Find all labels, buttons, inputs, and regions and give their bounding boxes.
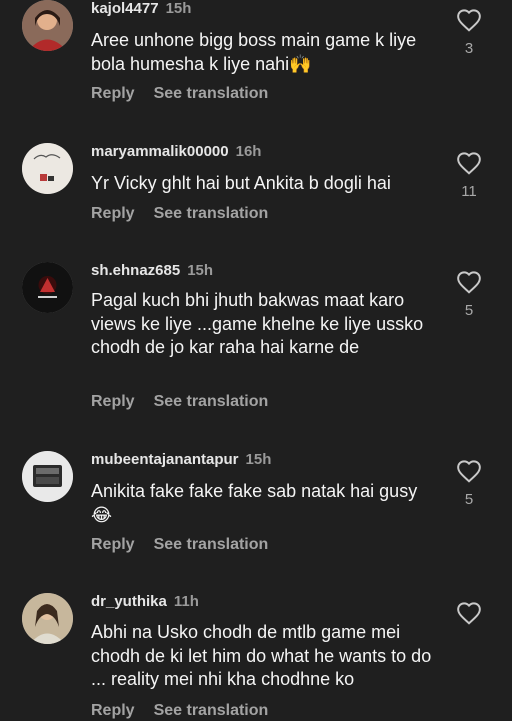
avatar-image bbox=[22, 0, 73, 51]
like-count: 5 bbox=[464, 302, 474, 319]
comment-actions: Reply See translation bbox=[91, 392, 268, 412]
avatar-image bbox=[22, 451, 73, 502]
heart-outline-icon bbox=[457, 271, 481, 294]
username[interactable]: sh.ehnaz685 bbox=[91, 262, 180, 279]
timestamp: 11h bbox=[173, 593, 199, 610]
see-translation-button[interactable]: See translation bbox=[154, 205, 269, 222]
comment-meta: maryammalik00000 16h bbox=[91, 143, 261, 161]
reply-button[interactable]: Reply bbox=[91, 536, 135, 553]
timestamp: 16h bbox=[235, 143, 262, 160]
avatar-image bbox=[22, 262, 73, 313]
timestamp: 15h bbox=[187, 262, 214, 279]
comment-meta: mubeentajanantapur 15h bbox=[91, 451, 271, 469]
reply-button[interactable]: Reply bbox=[91, 702, 135, 719]
username[interactable]: maryammalik00000 bbox=[91, 143, 229, 160]
comments-list: kajol4477 15h Aree unhone bigg boss main … bbox=[0, 0, 512, 719]
comment-meta: dr_yuthika 11h bbox=[91, 593, 199, 611]
comment-actions: Reply See translation bbox=[91, 204, 268, 224]
see-translation-button[interactable]: See translation bbox=[154, 393, 269, 410]
like-button[interactable]: 5 bbox=[455, 459, 483, 508]
username[interactable]: kajol4477 bbox=[91, 0, 159, 17]
heart-outline-icon bbox=[457, 152, 481, 175]
avatar[interactable] bbox=[22, 262, 73, 313]
avatar[interactable] bbox=[22, 0, 73, 51]
username[interactable]: dr_yuthika bbox=[91, 593, 167, 610]
comment-text: Abhi na Usko chodh de mtlb game mei chod… bbox=[91, 622, 432, 689]
username[interactable]: mubeentajanantapur bbox=[91, 451, 239, 468]
avatar[interactable] bbox=[22, 451, 73, 502]
like-button[interactable]: 11 bbox=[455, 151, 483, 200]
like-button[interactable]: 3 bbox=[455, 8, 483, 57]
like-count: 5 bbox=[464, 491, 474, 508]
comment-text: Aree unhone bigg boss main game k liye b… bbox=[91, 30, 417, 74]
comment-actions: Reply See translation bbox=[91, 84, 268, 104]
like-button[interactable] bbox=[455, 601, 483, 633]
see-translation-button[interactable]: See translation bbox=[154, 85, 269, 102]
comment-meta: sh.ehnaz685 15h bbox=[91, 262, 213, 280]
comment-meta: kajol4477 15h bbox=[91, 0, 191, 18]
timestamp: 15h bbox=[165, 0, 192, 17]
comment-text: Pagal kuch bhi jhuth bakwas maat karo vi… bbox=[91, 290, 424, 357]
comment-text: Yr Vicky ghlt hai but Ankita b dogli hai bbox=[91, 173, 391, 193]
like-count: 3 bbox=[464, 40, 474, 57]
heart-outline-icon bbox=[457, 460, 481, 483]
comment-text: Anikita fake fake fake sab natak hai gus… bbox=[91, 481, 418, 525]
comment-actions: Reply See translation bbox=[91, 701, 268, 721]
reply-button[interactable]: Reply bbox=[91, 85, 135, 102]
reply-button[interactable]: Reply bbox=[91, 205, 135, 222]
like-button[interactable]: 5 bbox=[455, 270, 483, 319]
heart-outline-icon bbox=[457, 9, 481, 32]
see-translation-button[interactable]: See translation bbox=[154, 702, 269, 719]
heart-outline-icon bbox=[457, 602, 481, 625]
reply-button[interactable]: Reply bbox=[91, 393, 135, 410]
like-count: 11 bbox=[461, 183, 477, 200]
avatar-image bbox=[22, 593, 73, 644]
timestamp: 15h bbox=[245, 451, 272, 468]
avatar[interactable] bbox=[22, 593, 73, 644]
avatar[interactable] bbox=[22, 143, 73, 194]
avatar-image bbox=[22, 143, 73, 194]
comment-actions: Reply See translation bbox=[91, 535, 268, 555]
see-translation-button[interactable]: See translation bbox=[154, 536, 269, 553]
